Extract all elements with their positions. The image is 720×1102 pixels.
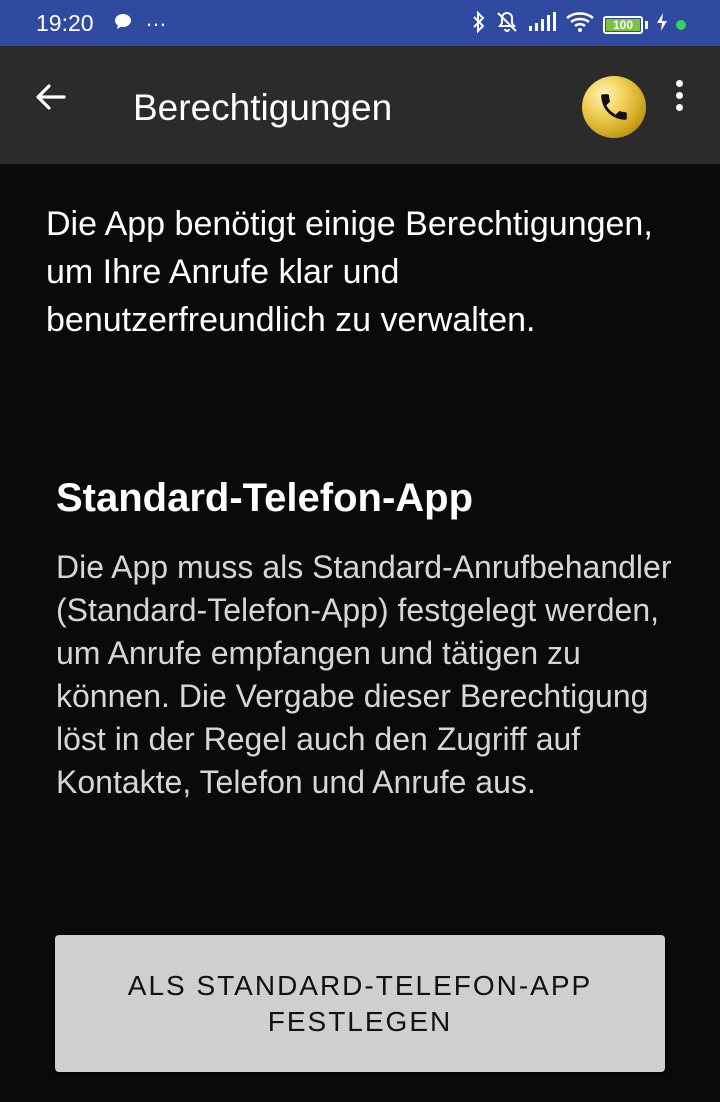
intro-text: Die App benötigt einige Berechtigungen, …	[46, 205, 653, 339]
status-icons: 100	[471, 10, 686, 39]
wifi-icon	[565, 11, 595, 38]
charging-icon	[656, 12, 668, 37]
chat-bubble-icon	[113, 12, 133, 37]
app-logo	[582, 76, 646, 138]
arrow-left-icon	[36, 84, 66, 110]
bell-muted-icon	[495, 10, 519, 39]
status-time: 19:20	[36, 10, 94, 36]
battery-icon: 100	[603, 15, 643, 34]
section-description: Die App muss als Standard-Anrufbehandler…	[56, 549, 672, 800]
back-button[interactable]	[30, 76, 72, 118]
battery-nub	[645, 20, 648, 29]
signal-icon	[527, 12, 557, 37]
privacy-indicator-dot	[676, 19, 686, 30]
page-title: Berechtigungen	[133, 87, 393, 128]
bluetooth-icon	[471, 10, 487, 39]
set-default-phone-app-button[interactable]: ALS STANDARD-TELEFON-APP FESTLEGEN	[55, 935, 665, 1072]
status-bar: 19:20 … 100	[0, 0, 720, 46]
app-bar: Berechtigungen	[0, 46, 720, 164]
battery-level: 100	[612, 17, 634, 32]
more-vert-icon	[668, 80, 690, 111]
more-options-button[interactable]	[668, 80, 690, 126]
phone-icon	[601, 94, 627, 120]
section-title: Standard-Telefon-App	[56, 476, 474, 520]
more-notifications-icon: …	[145, 6, 168, 31]
